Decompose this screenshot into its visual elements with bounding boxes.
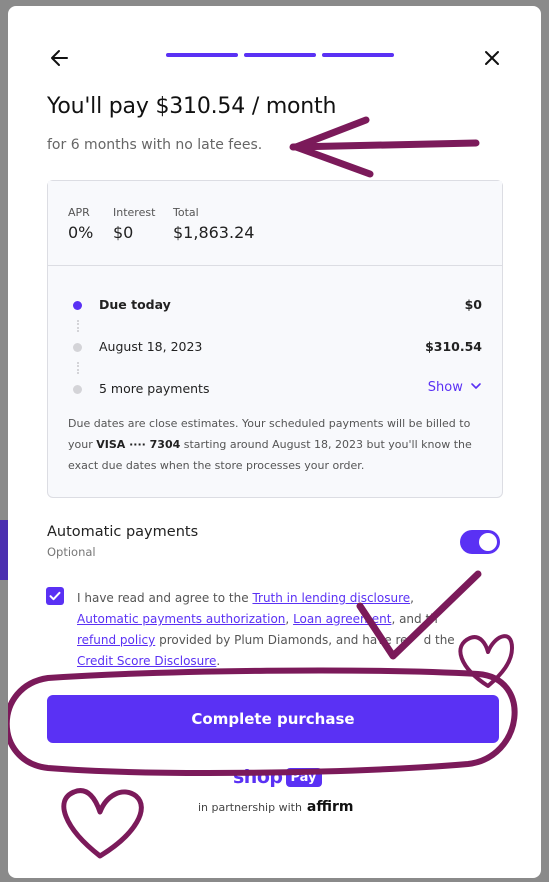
automatic-payments-subtitle: Optional (47, 545, 96, 559)
schedule-amount: $0 (464, 297, 482, 312)
schedule-row-more-payments: 5 more payments Show (68, 379, 482, 399)
timeline-dot (73, 343, 82, 352)
checkmark-icon (49, 591, 61, 601)
schedule-label: Due today (99, 297, 171, 312)
timeline-connector (77, 320, 79, 332)
annotation-arrow-head (292, 116, 374, 178)
stat-apr: APR 0% (68, 206, 93, 242)
shop-pay-logo: shop Pay (233, 764, 322, 790)
agreement-text: I have read and agree to the Truth in le… (77, 588, 477, 672)
close-icon (485, 51, 499, 65)
schedule-amount: $310.54 (425, 339, 482, 354)
page-subtitle: for 6 months with no late fees. (47, 137, 263, 153)
due-dates-note: Due dates are close estimates. Your sche… (68, 413, 488, 476)
progress-step (322, 53, 394, 57)
show-more-button[interactable]: Show (428, 380, 482, 395)
stat-label: APR (68, 206, 90, 219)
complete-purchase-button[interactable]: Complete purchase (47, 695, 499, 743)
stat-label: Total (173, 206, 199, 219)
progress-step (166, 53, 238, 57)
chevron-down-icon (471, 383, 481, 389)
automatic-payments-toggle[interactable] (460, 530, 500, 554)
pay-badge: Pay (285, 767, 322, 787)
arrow-left-icon (51, 50, 68, 66)
checkout-modal: You'll pay $310.54 / month for 6 months … (8, 6, 541, 878)
agreement-checkbox[interactable] (46, 587, 64, 605)
agreement-text-part: , (285, 612, 290, 626)
progress-step (244, 53, 316, 57)
refund-policy-link[interactable]: refund policy (77, 633, 155, 647)
stat-interest: Interest $0 (113, 206, 155, 242)
agreement-text-part: d the (423, 633, 455, 647)
stat-value: $1,863.24 (173, 223, 255, 242)
annotation-arrow-line (289, 139, 480, 151)
schedule-label: August 18, 2023 (99, 339, 203, 354)
agreement-text-part: provided by Plum Diamonds, and have re (159, 633, 408, 647)
stat-total: Total $1,863.24 (173, 206, 254, 242)
schedule-row-due-today: Due today $0 (68, 295, 482, 315)
shop-wordmark: shop (233, 766, 283, 788)
partnership-line: in partnership with affirm (198, 799, 353, 815)
agreement-text-part: , (410, 591, 414, 605)
agreement-text-part: . (216, 654, 221, 668)
agreement-text-part: I have read and agree to the (77, 591, 249, 605)
stat-label: Interest (113, 206, 156, 219)
page-title: You'll pay $310.54 / month (47, 94, 337, 119)
stat-value: 0% (68, 223, 94, 242)
timeline-connector (77, 362, 79, 374)
progress-indicator (166, 53, 394, 57)
truth-in-lending-link[interactable]: Truth in lending disclosure (252, 591, 410, 605)
affirm-logo: affirm (306, 799, 354, 815)
partnership-text: in partnership with (198, 800, 302, 814)
annotation-heart-large (61, 788, 144, 859)
schedule-label: 5 more payments (99, 381, 210, 396)
automatic-payments-authorization-link[interactable]: Automatic payments authorization (77, 612, 285, 626)
backdrop-strip (0, 520, 8, 580)
payment-summary-card: APR 0% Interest $0 Total $1,863.24 Due t… (47, 180, 503, 498)
automatic-payments-title: Automatic payments (47, 524, 199, 540)
card-number: VISA ···· 7304 (96, 438, 181, 451)
close-button[interactable] (480, 46, 504, 70)
timeline-dot (73, 385, 82, 394)
timeline-dot (73, 301, 82, 310)
show-label: Show (427, 380, 463, 395)
agreement-text-part: , and th (391, 612, 438, 626)
loan-agreement-link[interactable]: Loan agreement (293, 612, 391, 626)
loan-stats: APR 0% Interest $0 Total $1,863.24 (48, 181, 502, 266)
credit-score-disclosure-link[interactable]: Credit Score Disclosure (77, 654, 216, 668)
stat-value: $0 (113, 223, 134, 242)
toggle-knob (479, 533, 497, 551)
schedule-row-next-payment: August 18, 2023 $310.54 (68, 337, 482, 357)
back-button[interactable] (48, 46, 72, 70)
